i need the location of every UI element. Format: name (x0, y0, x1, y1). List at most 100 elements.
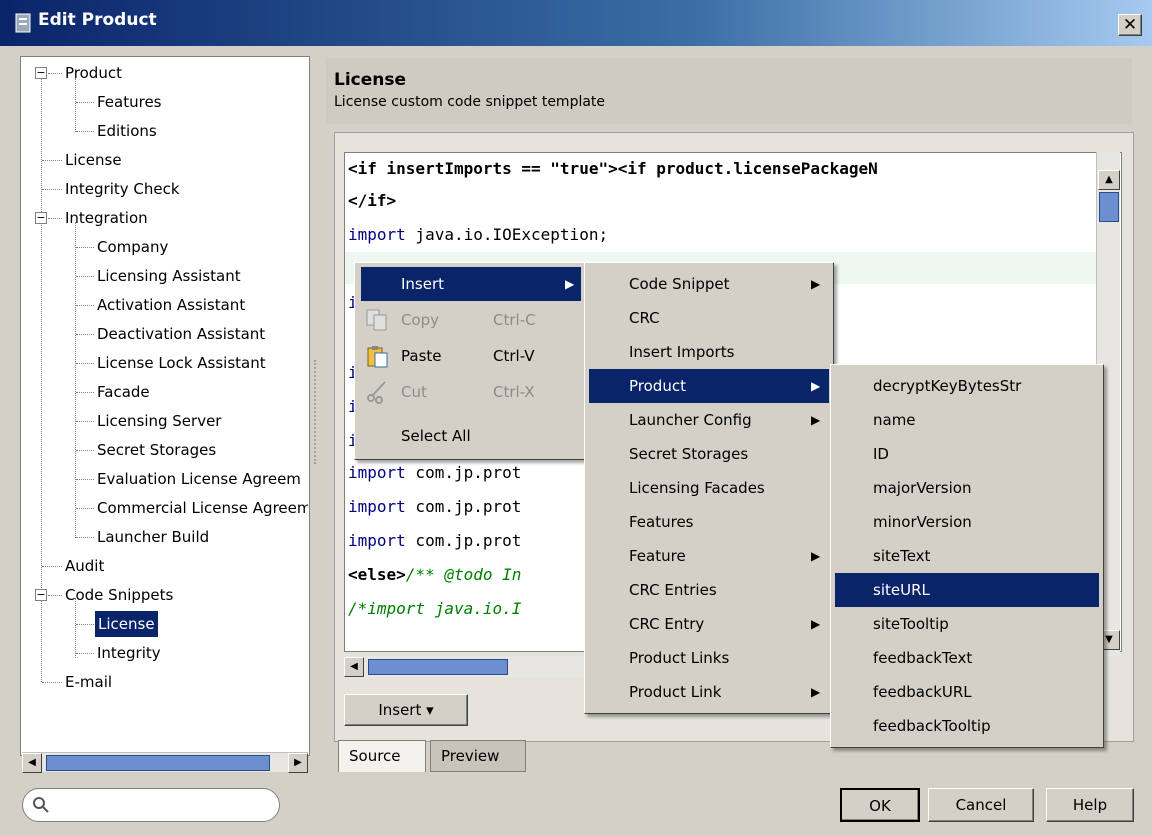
code-line: /*import java.io.I (348, 599, 522, 618)
menu-item-feedbackurl[interactable]: feedbackURL (835, 675, 1099, 709)
scroll-thumb[interactable] (1099, 192, 1119, 222)
menu-item-features[interactable]: Features (589, 505, 829, 539)
submenu-arrow-icon: ▶ (811, 685, 821, 699)
tree-item-deactivation-assistant[interactable]: Deactivation Assistant (22, 321, 308, 347)
menu-item-copy[interactable]: Copy Ctrl-C (361, 303, 581, 337)
menu-item-id[interactable]: ID (835, 437, 1099, 471)
menu-item-product-link[interactable]: Product Link ▶ (589, 675, 829, 709)
code-line: import com.jp.prot (348, 463, 522, 482)
tab-preview[interactable]: Preview (430, 740, 526, 772)
tree-item-integrity-check[interactable]: Integrity Check (22, 176, 308, 202)
scroll-right-icon[interactable]: ▶ (288, 753, 308, 773)
collapse-icon[interactable]: − (35, 67, 47, 79)
help-button[interactable]: Help (1046, 788, 1134, 822)
tree-item-code-snippets[interactable]: − Code Snippets (22, 582, 308, 608)
tree-item-product[interactable]: − Product (22, 60, 308, 86)
page-title: License (334, 70, 407, 90)
tree-item-licensing-server[interactable]: Licensing Server (22, 408, 308, 434)
code-line: import java.io.IOException; (348, 225, 609, 244)
menu-item-licensing-facades[interactable]: Licensing Facades (589, 471, 829, 505)
submenu-arrow-icon: ▶ (811, 549, 821, 563)
tree-item-license-lock-assistant[interactable]: License Lock Assistant (22, 350, 308, 376)
ok-button[interactable]: OK (840, 788, 920, 822)
code-line: <else>/** @todo In (348, 565, 522, 584)
tree-item-integration[interactable]: − Integration (22, 205, 308, 231)
splitter[interactable] (314, 360, 318, 464)
menu-item-decryptkeybytesstr[interactable]: decryptKeyBytesStr (835, 369, 1099, 403)
menu-item-paste[interactable]: Paste Ctrl-V (361, 339, 581, 373)
code-line: <if insertImports == "true"><if product.… (348, 159, 878, 178)
submenu-arrow-icon: ▶ (811, 379, 821, 393)
scroll-thumb[interactable] (46, 755, 270, 771)
menu-item-siteurl[interactable]: siteURL (835, 573, 1099, 607)
tree-item-editions[interactable]: Editions (22, 118, 308, 144)
close-button[interactable]: ✕ (1118, 14, 1142, 36)
menu-item-product-links[interactable]: Product Links (589, 641, 829, 675)
tree-content: − Product Features Editions License Inte… (22, 58, 308, 752)
menu-item-sitetext[interactable]: siteText (835, 539, 1099, 573)
search-icon (33, 797, 49, 813)
menu-item-insert-imports[interactable]: Insert Imports (589, 335, 829, 369)
tree-item-features[interactable]: Features (22, 89, 308, 115)
insert-submenu: Code Snippet ▶ CRC Insert Imports Product… (584, 262, 834, 714)
menu-item-launcher-config[interactable]: Launcher Config ▶ (589, 403, 829, 437)
tree-item-licensing-assistant[interactable]: Licensing Assistant (22, 263, 308, 289)
menu-item-select-all[interactable]: Select All (361, 419, 581, 453)
menu-item-minorversion[interactable]: minorVersion (835, 505, 1099, 539)
title-bar[interactable] (0, 0, 1152, 46)
collapse-icon[interactable]: − (35, 212, 47, 224)
tree-item-activation-assistant[interactable]: Activation Assistant (22, 292, 308, 318)
menu-item-crc-entry[interactable]: CRC Entry ▶ (589, 607, 829, 641)
cut-icon (367, 381, 386, 404)
tree-item-company[interactable]: Company (22, 234, 308, 260)
menu-item-sitetooltip[interactable]: siteTooltip (835, 607, 1099, 641)
menu-item-name[interactable]: name (835, 403, 1099, 437)
menu-item-feedbacktooltip[interactable]: feedbackTooltip (835, 709, 1099, 743)
tree-horizontal-scrollbar[interactable]: ◀ ▶ (22, 752, 308, 773)
collapse-icon[interactable]: − (35, 589, 47, 601)
tree-item-license[interactable]: License (22, 147, 308, 173)
menu-item-feedbacktext[interactable]: feedbackText (835, 641, 1099, 675)
product-submenu: decryptKeyBytesStr name ID majorVersion … (830, 364, 1104, 748)
code-line: </if> (348, 191, 397, 210)
tree-item-launcher-build[interactable]: Launcher Build (22, 524, 308, 550)
menu-item-feature[interactable]: Feature ▶ (589, 539, 829, 573)
cancel-button[interactable]: Cancel (928, 788, 1034, 822)
menu-item-cut[interactable]: Cut Ctrl-X (361, 375, 581, 409)
submenu-arrow-icon: ▶ (811, 277, 821, 291)
section-header (326, 58, 1132, 124)
submenu-arrow-icon: ▶ (811, 413, 821, 427)
tree-item-audit[interactable]: Audit (22, 553, 308, 579)
page-subtitle: License custom code snippet template (334, 94, 606, 110)
menu-item-product[interactable]: Product ▶ (589, 369, 829, 403)
menu-item-majorversion[interactable]: majorVersion (835, 471, 1099, 505)
tree-item-evaluation-license-agreement[interactable]: Evaluation License Agreem (22, 466, 308, 492)
insert-dropdown-button[interactable]: Insert ▾ (344, 694, 468, 726)
code-line: import com.jp.prot (348, 531, 522, 550)
tab-source[interactable]: Source (338, 740, 426, 772)
scroll-left-icon[interactable]: ◀ (22, 753, 42, 773)
scroll-up-icon[interactable]: ▲ (1098, 170, 1120, 190)
menu-item-secret-storages[interactable]: Secret Storages (589, 437, 829, 471)
tree-item-snippet-license[interactable]: License (22, 611, 308, 637)
tree-item-commercial-license-agreement[interactable]: Commercial License Agreem (22, 495, 308, 521)
tree-item-facade[interactable]: Facade (22, 379, 308, 405)
tree-item-integrity[interactable]: Integrity (22, 640, 308, 666)
search-input[interactable] (22, 788, 280, 822)
code-line: import com.jp.prot (348, 497, 522, 516)
tree-item-secret-storages[interactable]: Secret Storages (22, 437, 308, 463)
submenu-arrow-icon: ▶ (811, 617, 821, 631)
tree-item-email[interactable]: E-mail (22, 669, 308, 695)
menu-item-code-snippet[interactable]: Code Snippet ▶ (589, 267, 829, 301)
menu-item-insert[interactable]: Insert ▶ (361, 267, 581, 301)
menu-item-crc-entries[interactable]: CRC Entries (589, 573, 829, 607)
copy-icon (366, 309, 387, 331)
window-title: Edit Product (38, 10, 157, 30)
app-icon (15, 13, 31, 33)
menu-item-crc[interactable]: CRC (589, 301, 829, 335)
scroll-thumb[interactable] (368, 659, 508, 675)
submenu-arrow-icon: ▶ (565, 277, 575, 291)
context-menu: Insert ▶ Copy Ctrl-C Paste Ctrl-V Cut Ct… (354, 262, 586, 460)
scroll-left-icon[interactable]: ◀ (344, 657, 364, 677)
paste-icon (367, 346, 388, 368)
